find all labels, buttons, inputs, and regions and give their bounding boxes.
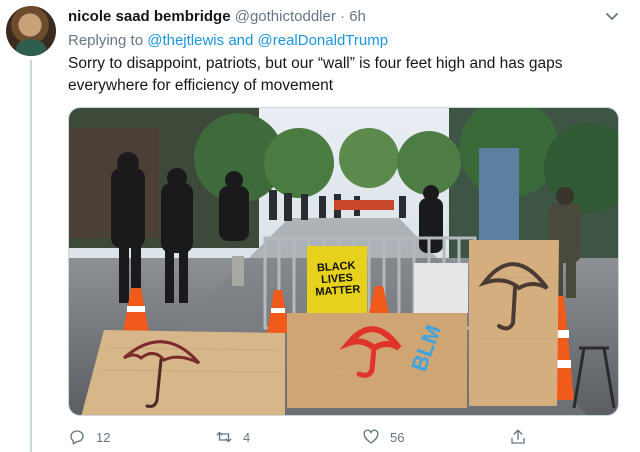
tweet[interactable]: nicole saad bembridge @gothictoddler · 6… (0, 0, 640, 452)
like-count: 56 (390, 429, 405, 445)
timestamp[interactable]: 6h (349, 8, 366, 25)
thread-line (30, 60, 32, 452)
share-icon (511, 429, 525, 444)
user-handle[interactable]: @gothictoddler (235, 8, 336, 25)
heart-icon (363, 429, 379, 444)
tweet-header: nicole saad bembridge @gothictoddler · 6… (68, 8, 366, 25)
like-button[interactable]: 56 (362, 428, 404, 446)
retweet-button[interactable]: 4 (215, 428, 250, 446)
retweet-icon (216, 431, 232, 443)
share-button[interactable] (509, 428, 537, 446)
reply-icon (70, 430, 84, 445)
separator-dot: · (340, 8, 346, 25)
replying-to: Replying to @thejtlewis and @realDonaldT… (68, 32, 388, 49)
avatar[interactable] (6, 6, 56, 56)
tweet-actions: 12 4 56 (68, 428, 628, 450)
mention-joiner[interactable]: and (228, 32, 253, 49)
reply-count: 12 (96, 429, 111, 445)
tweet-photo[interactable]: BLACKLIVESMATTER BLM (68, 107, 619, 416)
mention-link[interactable]: @realDonaldTrump (258, 32, 389, 49)
tweet-text: Sorry to disappoint, patriots, but our “… (68, 55, 563, 94)
retweet-count: 4 (243, 429, 251, 445)
reply-button[interactable]: 12 (68, 428, 110, 446)
display-name[interactable]: nicole saad bembridge (68, 8, 231, 25)
mention-link[interactable]: @thejtlewis (147, 32, 224, 49)
chevron-down-icon[interactable] (604, 8, 620, 24)
replying-prefix: Replying to (68, 32, 144, 49)
